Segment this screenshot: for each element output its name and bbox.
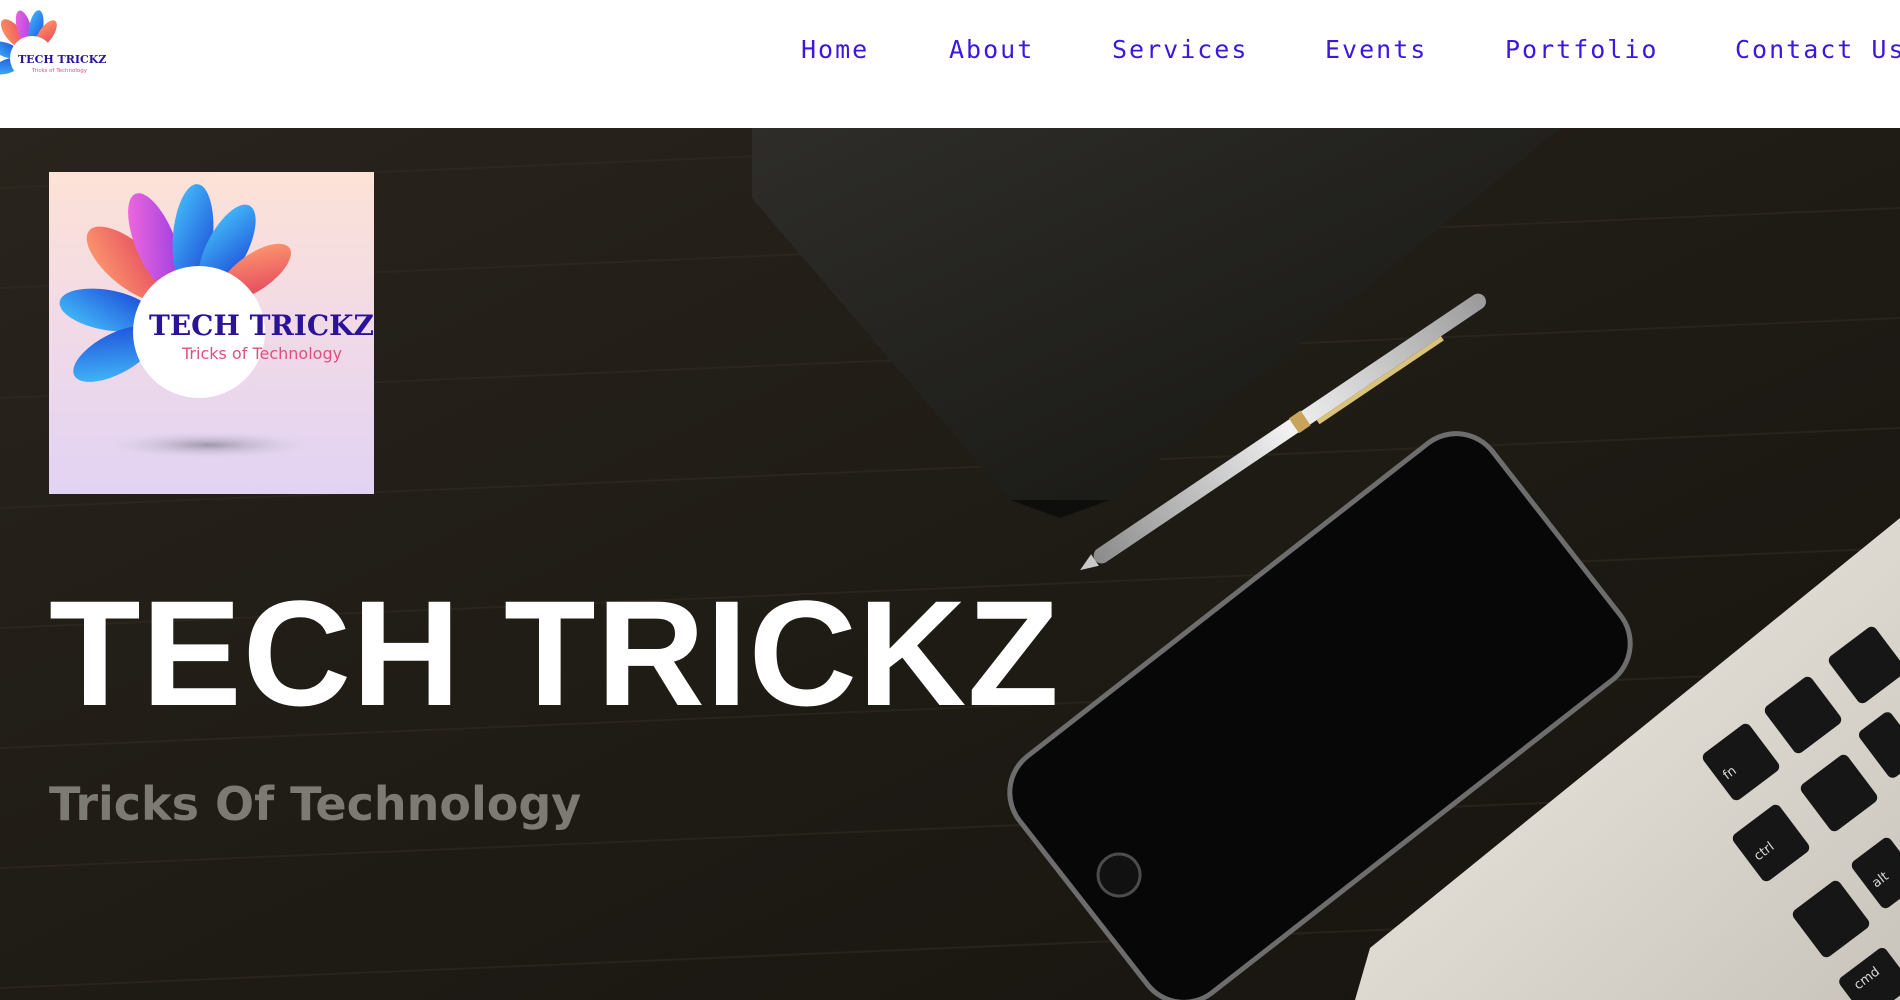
main-nav: Home About Services Events Portfolio Con…	[0, 32, 1900, 68]
header-logo-tagline: Tricks of Technology	[31, 68, 88, 74]
hero-card-title: TECH TRICKZ	[149, 309, 374, 342]
nav-services[interactable]: Services	[1112, 32, 1248, 68]
nav-home[interactable]: Home	[801, 32, 869, 68]
lotus-logo-icon: TECH TRICKZ Tricks of Technology	[59, 184, 374, 459]
nav-events[interactable]: Events	[1325, 32, 1427, 68]
hero-subtitle: Tricks Of Technology	[49, 777, 582, 831]
hero-title: TECH TRICKZ	[49, 569, 1060, 737]
nav-contact-us[interactable]: Contact Us	[1735, 32, 1900, 68]
nav-about[interactable]: About	[949, 32, 1034, 68]
hero-section: fn ctrl alt cmd TECH TRICKZ Tricks of Te…	[0, 128, 1900, 1000]
hero-card-tagline: Tricks of Technology	[181, 344, 342, 363]
hero-logo-card: TECH TRICKZ Tricks of Technology	[49, 172, 374, 494]
site-header: TECH TRICKZ Tricks of Technology Home Ab…	[0, 0, 1900, 128]
nav-portfolio[interactable]: Portfolio	[1505, 32, 1658, 68]
